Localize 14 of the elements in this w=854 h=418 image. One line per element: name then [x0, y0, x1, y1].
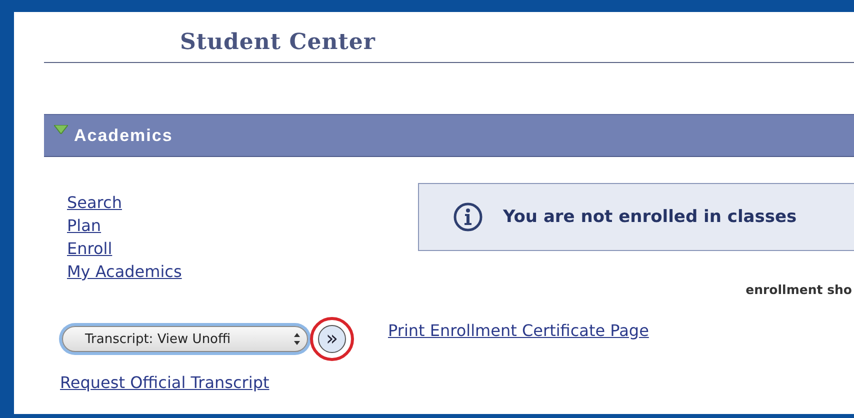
info-icon [453, 202, 483, 232]
request-transcript-link[interactable]: Request Official Transcript [60, 373, 270, 392]
notice-message: You are not enrolled in classes [503, 207, 797, 227]
section-header[interactable]: Academics [44, 114, 854, 157]
go-button[interactable]: » [318, 325, 346, 353]
nav-link[interactable]: My Academics [67, 260, 182, 283]
page-title: Student Center [180, 29, 376, 55]
print-certificate-link[interactable]: Print Enrollment Certificate Page [388, 318, 649, 342]
enrollment-note: enrollment sho [746, 282, 852, 297]
dropdown-arrows-icon [293, 332, 301, 346]
transcript-dropdown[interactable]: Transcript: View Unoffi [62, 326, 308, 352]
nav-link[interactable]: Plan [67, 214, 102, 237]
nav-link[interactable]: Search [67, 191, 122, 214]
nav-link[interactable]: Enroll [67, 237, 112, 260]
